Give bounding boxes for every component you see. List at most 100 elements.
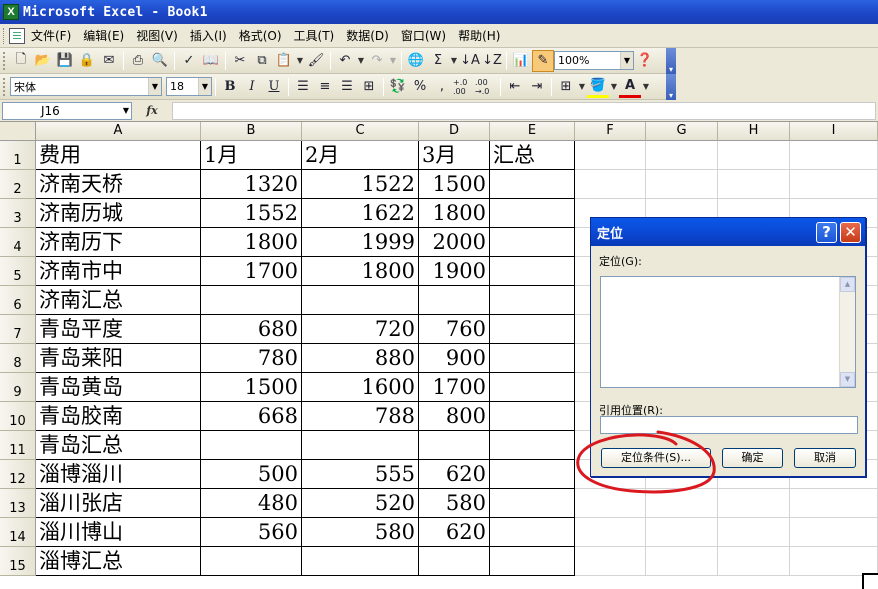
cell-a4[interactable]: 济南历下 — [36, 228, 201, 257]
cell-a10[interactable]: 青岛胶南 — [36, 402, 201, 431]
autosum-dropdown-icon[interactable]: ▼ — [449, 56, 459, 65]
cell-e2[interactable] — [490, 170, 575, 199]
row-header-10[interactable]: 10 — [0, 402, 36, 431]
cell-e11[interactable] — [490, 431, 575, 460]
cell-c15[interactable] — [302, 547, 419, 576]
cell-d6[interactable] — [419, 286, 490, 315]
cell-e5[interactable] — [490, 257, 575, 286]
dialog-title-bar[interactable]: 定位 ? ✕ — [591, 218, 865, 246]
copy-icon[interactable]: ⧉ — [251, 50, 273, 72]
chevron-down-icon[interactable]: ▼ — [198, 78, 211, 95]
format-painter-icon[interactable]: 🖌 — [305, 50, 327, 72]
cell-a3[interactable]: 济南历城 — [36, 199, 201, 228]
menu-help[interactable]: 帮助(H) — [452, 26, 506, 46]
font-color-button[interactable]: A — [619, 76, 641, 98]
cell-a7[interactable]: 青岛平度 — [36, 315, 201, 344]
sort-ascending-icon[interactable]: ↓A — [459, 50, 481, 72]
cell-d8[interactable]: 900 — [419, 344, 490, 373]
ok-button[interactable]: 确定 — [722, 448, 783, 468]
align-center-icon[interactable]: ≡ — [314, 76, 336, 98]
row-header-8[interactable]: 8 — [0, 344, 36, 373]
cell-c7[interactable]: 720 — [302, 315, 419, 344]
cell-d12[interactable]: 620 — [419, 460, 490, 489]
cell-h1[interactable] — [718, 141, 790, 170]
menu-data[interactable]: 数据(D) — [340, 26, 395, 46]
cell-d7[interactable]: 760 — [419, 315, 490, 344]
cell-d14[interactable]: 620 — [419, 518, 490, 547]
row-header-1[interactable]: 1 — [0, 141, 36, 170]
column-header-a[interactable]: A — [36, 122, 201, 141]
cell-c8[interactable]: 880 — [302, 344, 419, 373]
percent-button[interactable]: % — [409, 76, 431, 98]
help-icon[interactable]: ❓ — [634, 50, 656, 72]
currency-icon[interactable]: 💱 — [387, 76, 409, 98]
insert-function-icon[interactable]: fx — [132, 104, 172, 117]
cell-b8[interactable]: 780 — [201, 344, 302, 373]
menu-edit[interactable]: 编辑(E) — [77, 26, 130, 46]
toolbar-options-icon[interactable]: ▾ — [666, 74, 676, 100]
workbook-icon[interactable] — [9, 27, 25, 44]
cell-d11[interactable] — [419, 431, 490, 460]
cell-h14[interactable] — [718, 518, 790, 547]
toolbar-grip-handle[interactable] — [3, 77, 7, 96]
merge-center-icon[interactable]: ⊞ — [358, 76, 380, 98]
cell-b15[interactable] — [201, 547, 302, 576]
cell-a14[interactable]: 淄川博山 — [36, 518, 201, 547]
redo-dropdown-icon[interactable]: ▼ — [388, 56, 398, 65]
email-icon[interactable]: ✉ — [98, 50, 120, 72]
cell-b12[interactable]: 500 — [201, 460, 302, 489]
cell-g1[interactable] — [646, 141, 718, 170]
cell-b9[interactable]: 1500 — [201, 373, 302, 402]
scroll-up-icon[interactable]: ▲ — [840, 277, 855, 292]
row-header-9[interactable]: 9 — [0, 373, 36, 402]
increase-indent-icon[interactable]: ⇥ — [526, 76, 548, 98]
row-header-15[interactable]: 15 — [0, 547, 36, 576]
cell-f15[interactable] — [575, 547, 646, 576]
cell-c13[interactable]: 520 — [302, 489, 419, 518]
font-size-select[interactable]: 18 ▼ — [166, 77, 212, 96]
spelling-icon[interactable]: ✓ — [178, 50, 200, 72]
paste-icon[interactable]: 📋 — [273, 50, 295, 72]
fill-color-dropdown-icon[interactable]: ▼ — [609, 82, 619, 91]
menu-view[interactable]: 视图(V) — [130, 26, 184, 46]
cell-e8[interactable] — [490, 344, 575, 373]
cell-b10[interactable]: 668 — [201, 402, 302, 431]
row-header-5[interactable]: 5 — [0, 257, 36, 286]
cell-f14[interactable] — [575, 518, 646, 547]
cell-e12[interactable] — [490, 460, 575, 489]
cell-d5[interactable]: 1900 — [419, 257, 490, 286]
cell-e3[interactable] — [490, 199, 575, 228]
chevron-down-icon[interactable]: ▼ — [620, 52, 633, 69]
toolbar-grip-handle[interactable] — [3, 51, 7, 70]
cell-i15[interactable] — [790, 547, 878, 576]
select-all-corner[interactable] — [0, 122, 36, 141]
research-icon[interactable]: 📖 — [200, 50, 222, 72]
cell-c10[interactable]: 788 — [302, 402, 419, 431]
column-header-f[interactable]: F — [575, 122, 646, 141]
cell-a5[interactable]: 济南市中 — [36, 257, 201, 286]
column-header-b[interactable]: B — [201, 122, 302, 141]
increase-decimal-button[interactable]: +.0 .00 — [453, 76, 475, 98]
cell-f1[interactable] — [575, 141, 646, 170]
cell-c2[interactable]: 1522 — [302, 170, 419, 199]
zoom-select[interactable]: 100% ▼ — [554, 51, 634, 70]
chevron-down-icon[interactable]: ▼ — [148, 78, 161, 95]
fill-color-icon[interactable]: 🪣 — [587, 76, 609, 98]
cell-b13[interactable]: 480 — [201, 489, 302, 518]
menu-grip-handle[interactable] — [3, 27, 7, 44]
cell-c3[interactable]: 1622 — [302, 199, 419, 228]
sort-descending-icon[interactable]: ↓Z — [481, 50, 503, 72]
cell-e15[interactable] — [490, 547, 575, 576]
cell-b4[interactable]: 1800 — [201, 228, 302, 257]
align-right-icon[interactable]: ☰ — [336, 76, 358, 98]
decrease-decimal-button[interactable]: .00 →.0 — [475, 76, 497, 98]
column-header-g[interactable]: G — [646, 122, 718, 141]
cell-b5[interactable]: 1700 — [201, 257, 302, 286]
cell-e10[interactable] — [490, 402, 575, 431]
cell-i2[interactable] — [790, 170, 878, 199]
row-header-13[interactable]: 13 — [0, 489, 36, 518]
row-header-3[interactable]: 3 — [0, 199, 36, 228]
menu-tools[interactable]: 工具(T) — [288, 26, 341, 46]
paste-dropdown-icon[interactable]: ▼ — [295, 56, 305, 65]
new-document-icon[interactable]: 🗋 — [10, 50, 32, 72]
